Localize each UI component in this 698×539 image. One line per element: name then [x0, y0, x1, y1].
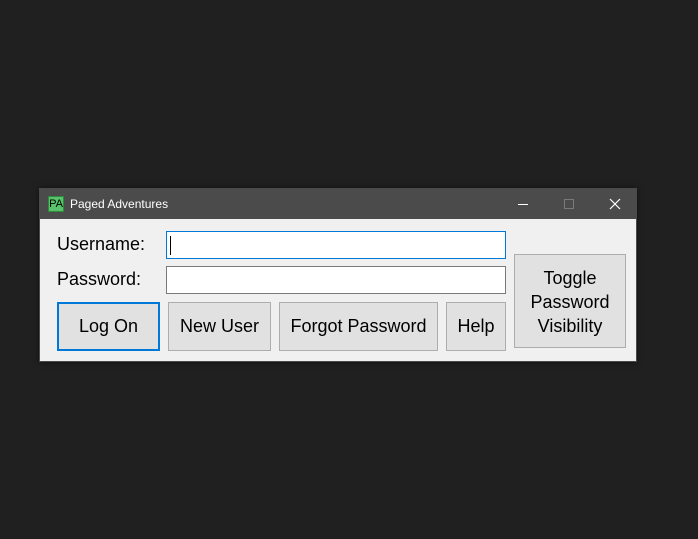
password-input[interactable] [166, 266, 506, 294]
toggle-label-line1: Toggle [543, 268, 597, 288]
window-title: Paged Adventures [70, 197, 169, 211]
new-user-button[interactable]: New User [168, 302, 271, 351]
password-label: Password: [57, 269, 142, 289]
username-label: Username: [57, 234, 146, 254]
login-window: PA Paged Adventures Username: Password: … [39, 188, 637, 362]
maximize-button[interactable] [546, 189, 592, 219]
minimize-button[interactable] [500, 189, 546, 219]
app-icon: PA [48, 196, 64, 212]
title-bar[interactable]: PA Paged Adventures [40, 189, 636, 219]
close-icon [609, 198, 621, 210]
close-button[interactable] [592, 189, 638, 219]
log-on-button[interactable]: Log On [57, 302, 160, 351]
toggle-password-visibility-button[interactable]: Toggle Password Visibility [514, 254, 626, 348]
toggle-label-line3: Visibility [537, 316, 603, 336]
minimize-icon [518, 204, 528, 205]
toggle-label-line2: Password [530, 292, 610, 312]
text-caret [170, 236, 171, 255]
forgot-password-button[interactable]: Forgot Password [279, 302, 438, 351]
help-button[interactable]: Help [446, 302, 506, 351]
username-input[interactable] [166, 231, 506, 259]
maximize-icon [564, 199, 574, 209]
